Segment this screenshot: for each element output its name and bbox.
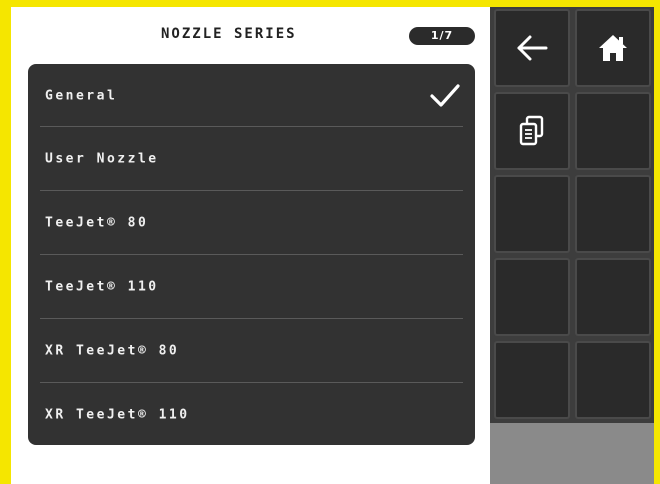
list-item-teejet-80[interactable]: TeeJet® 80 bbox=[28, 191, 475, 254]
list-item-label: General bbox=[45, 88, 118, 103]
softkey-empty[interactable] bbox=[494, 341, 570, 419]
nozzle-series-list: General User Nozzle TeeJet® 80 TeeJet® 1… bbox=[28, 64, 475, 445]
softkey-panel bbox=[490, 7, 654, 484]
display-screen: NOZZLE SERIES 1/7 General User Nozzle Te… bbox=[11, 7, 654, 484]
checkmark-icon bbox=[430, 83, 460, 107]
list-item-label: User Nozzle bbox=[45, 151, 159, 166]
softkey-empty[interactable] bbox=[494, 175, 570, 253]
softkey-grid bbox=[490, 7, 654, 423]
copy-button[interactable] bbox=[494, 92, 570, 170]
list-item-user-nozzle[interactable]: User Nozzle bbox=[28, 127, 475, 190]
page-title: NOZZLE SERIES bbox=[161, 26, 297, 42]
copy-icon bbox=[519, 115, 544, 146]
list-item-label: TeeJet® 80 bbox=[45, 215, 149, 230]
list-item-label: TeeJet® 110 bbox=[45, 279, 159, 294]
list-item-label: XR TeeJet® 110 bbox=[45, 407, 190, 422]
list-item-teejet-110[interactable]: TeeJet® 110 bbox=[28, 255, 475, 318]
softkey-empty[interactable] bbox=[575, 258, 651, 336]
list-item-xr-teejet-80[interactable]: XR TeeJet® 80 bbox=[28, 319, 475, 382]
softkey-empty[interactable] bbox=[494, 258, 570, 336]
back-button[interactable] bbox=[494, 9, 570, 87]
list-item-general[interactable]: General bbox=[28, 64, 475, 127]
softkey-empty[interactable] bbox=[575, 341, 651, 419]
softkey-empty[interactable] bbox=[575, 92, 651, 170]
home-button[interactable] bbox=[575, 9, 651, 87]
content-panel: NOZZLE SERIES 1/7 General User Nozzle Te… bbox=[11, 7, 490, 484]
softkey-empty[interactable] bbox=[575, 175, 651, 253]
home-icon bbox=[599, 35, 627, 61]
list-item-label: XR TeeJet® 80 bbox=[45, 343, 180, 358]
page-indicator-badge: 1/7 bbox=[409, 27, 475, 45]
back-arrow-icon bbox=[517, 35, 548, 61]
list-item-xr-teejet-110[interactable]: XR TeeJet® 110 bbox=[28, 383, 475, 445]
